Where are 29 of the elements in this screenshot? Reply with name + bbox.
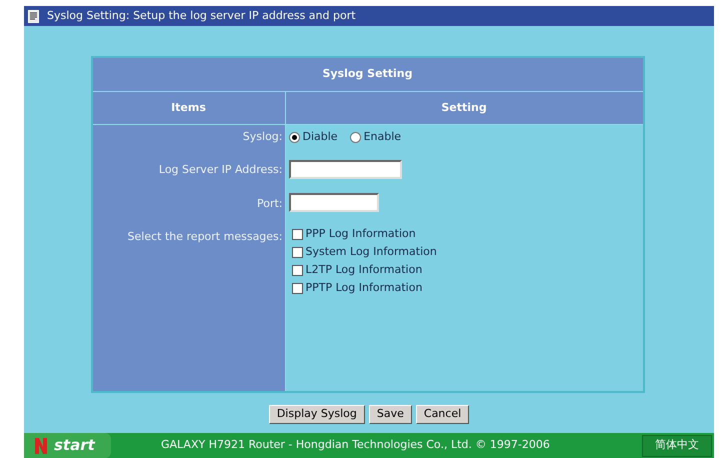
- ip-address-field[interactable]: [288, 160, 402, 179]
- radio-button[interactable]: [288, 132, 300, 142]
- radio-label: Diable: [302, 128, 338, 145]
- checkbox-label: System Log Information: [306, 244, 437, 260]
- checkbox[interactable]: [292, 246, 302, 258]
- field-label: Log Server IP Address:: [158, 162, 282, 178]
- column-header: Items: [92, 92, 286, 124]
- display-button[interactable]: Display Syslog: [268, 405, 365, 424]
- checkbox-label: PPP Log Information: [306, 226, 416, 242]
- document-icon: [28, 10, 39, 22]
- radio-button[interactable]: [350, 132, 361, 142]
- checkbox-label: L2TP Log Information: [306, 262, 422, 278]
- window-title: Syslog Setting: Setup the log server IP address and port: [47, 8, 356, 24]
- cancel-button[interactable]: Cancel: [416, 405, 470, 424]
- checkbox[interactable]: [292, 264, 302, 276]
- copyright-text: GALAXY H7921 Router - Hongdian Technologies Co., Ltd. © 1997-2006: [161, 437, 551, 454]
- logo-icon: [34, 436, 48, 454]
- radio-label: Enable: [364, 128, 402, 145]
- field-label: Port:: [256, 196, 282, 212]
- port-field[interactable]: [288, 193, 378, 212]
- table-title: Syslog Setting: [92, 58, 642, 92]
- field-label: Syslog:: [242, 129, 282, 145]
- save-button[interactable]: Save: [368, 405, 412, 424]
- checkbox-label: PPTP Log Information: [306, 280, 422, 296]
- checkbox[interactable]: [292, 282, 302, 294]
- language-button[interactable]: 简体中文: [642, 434, 712, 456]
- field-label: Select the report messages:: [128, 229, 282, 245]
- checkbox[interactable]: [292, 228, 302, 240]
- column-header: Setting: [440, 100, 488, 116]
